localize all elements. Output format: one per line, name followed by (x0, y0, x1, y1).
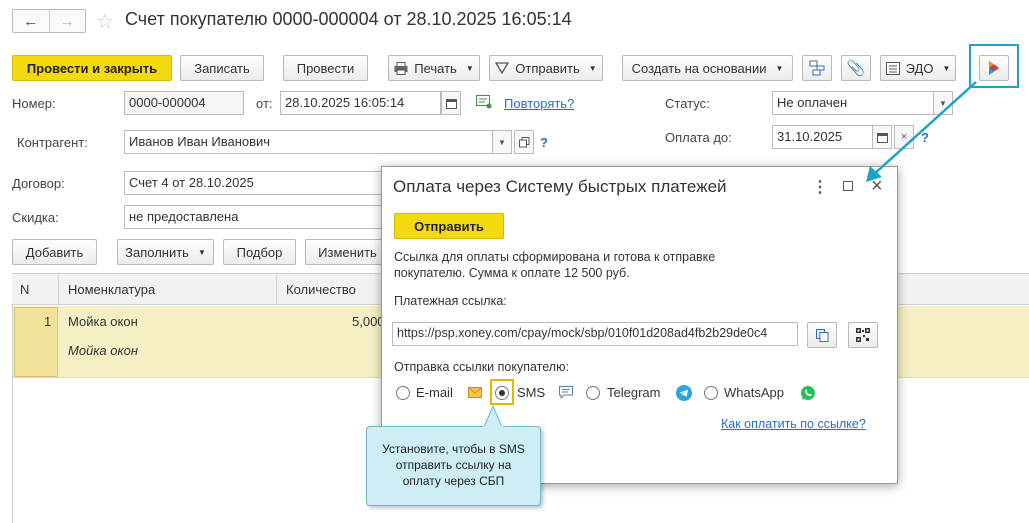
sbp-pay-button[interactable] (979, 55, 1009, 81)
callout-arrow (866, 81, 977, 182)
payment-link-label: Платежная ссылка: (394, 294, 507, 308)
save-button[interactable]: Записать (180, 55, 264, 81)
telegram-icon (676, 385, 692, 401)
dialog-title: Оплата через Систему быстрых платежей (393, 177, 727, 196)
forward-button[interactable]: → (50, 10, 86, 32)
payment-link-field[interactable]: https://psp.xoney.com/cpay/mock/sbp/010f… (392, 322, 798, 346)
tooltip-line2: отправить ссылку на (395, 458, 512, 472)
column-header-n[interactable]: N (20, 282, 29, 297)
row-number: 1 (44, 314, 52, 329)
tooltip-line3: оплату через СБП (402, 474, 505, 488)
favorite-star-icon[interactable]: ☆ (96, 9, 114, 34)
dropdown-caret-icon: ▼ (465, 63, 474, 73)
dialog-send-button[interactable]: Отправить (394, 213, 504, 239)
date-label: от: (256, 96, 273, 111)
date-field[interactable]: 28.10.2025 16:05:14 (280, 91, 441, 115)
pay-until-label: Оплата до: (665, 130, 732, 145)
dropdown-caret-icon: ▼ (197, 247, 206, 257)
number-label: Номер: (12, 96, 56, 111)
dropdown-caret-icon: ▼ (942, 63, 951, 73)
row-qty: 5,000 (352, 314, 385, 329)
counterparty-field[interactable]: Иванов Иван Иванович (124, 130, 493, 154)
row-number-cell (14, 307, 58, 377)
qr-code-button[interactable] (848, 322, 878, 348)
contract-label: Договор: (12, 176, 65, 191)
calendar-button[interactable] (441, 91, 461, 115)
open-copy-icon (518, 136, 530, 148)
select-button[interactable]: Подбор (223, 239, 296, 265)
repeat-icon (476, 95, 492, 109)
repeat-link[interactable]: Повторять? (504, 96, 574, 111)
paperclip-icon: 📎 (846, 60, 866, 77)
column-divider (58, 274, 59, 305)
dropdown-caret-icon: ▼ (775, 63, 784, 73)
calendar-icon (445, 98, 457, 109)
counterparty-label: Контрагент: (17, 135, 88, 150)
row-item-desc: Мойка окон (68, 343, 139, 358)
change-button[interactable]: Изменить (305, 239, 390, 265)
radio-telegram[interactable] (586, 386, 600, 400)
dropdown-caret-icon: ▼ (588, 63, 597, 73)
radio-email-label: E-mail (416, 385, 453, 400)
counterparty-open-button[interactable] (514, 130, 534, 154)
copy-icon (815, 328, 829, 342)
counterparty-help-icon[interactable]: ? (540, 135, 548, 150)
radio-telegram-label: Telegram (607, 385, 661, 400)
arrow-right-icon: → (59, 12, 75, 30)
radio-sms[interactable] (495, 386, 509, 400)
send-icon (495, 62, 510, 74)
more-icon[interactable]: ⋮ (812, 177, 828, 197)
arrow-left-icon: ← (23, 12, 39, 30)
radio-sms-label: SMS (517, 385, 546, 400)
column-divider (276, 274, 277, 305)
row-item: Мойка окон (68, 314, 138, 329)
dialog-message-line1: Ссылка для оплаты сформирована и готова … (394, 250, 716, 264)
counterparty-dropdown-button[interactable]: ▼ (492, 130, 512, 154)
sbp-logo-icon (987, 60, 1001, 76)
send-to-label: Отправка ссылки покупателю: (394, 360, 569, 374)
sms-message-icon (559, 386, 573, 399)
create-based-on-button[interactable]: Создать на основании ▼ (622, 55, 793, 81)
number-field[interactable]: 0000-000004 (124, 91, 244, 115)
sms-tooltip: Установите, чтобы в SMS отправить ссылку… (366, 426, 541, 506)
send-button[interactable]: Отправить ▼ (489, 55, 603, 81)
envelope-icon (468, 387, 482, 398)
edo-icon (885, 61, 900, 75)
fill-button[interactable]: Заполнить ▼ (117, 239, 214, 265)
printer-icon (394, 61, 408, 75)
qr-code-icon (856, 328, 870, 342)
radio-whatsapp[interactable] (704, 386, 718, 400)
dialog-message-line2: покупателю. Сумма к оплате 12 500 руб. (394, 266, 630, 280)
nav-buttons: ← → (12, 9, 86, 33)
back-button[interactable]: ← (13, 10, 50, 32)
structure-button[interactable] (802, 55, 832, 81)
post-button[interactable]: Провести (283, 55, 368, 81)
add-row-button[interactable]: Добавить (12, 239, 97, 265)
chevron-down-icon: ▼ (498, 137, 506, 147)
radio-whatsapp-label: WhatsApp (724, 385, 784, 400)
discount-field[interactable]: не предоставлена (124, 205, 384, 229)
pay-until-field[interactable]: 31.10.2025 (772, 125, 873, 149)
tooltip-pointer (483, 404, 503, 428)
radio-email[interactable] (396, 386, 410, 400)
column-header-qty[interactable]: Количество (286, 282, 356, 297)
structure-icon (809, 60, 825, 76)
column-header-item[interactable]: Номенклатура (68, 282, 155, 297)
copy-link-button[interactable] (807, 322, 837, 348)
how-to-pay-link[interactable]: Как оплатить по ссылке? (721, 417, 866, 431)
post-and-close-button[interactable]: Провести и закрыть (12, 55, 172, 81)
tooltip-line1: Установите, чтобы в SMS (382, 442, 525, 456)
print-button[interactable]: Печать ▼ (388, 55, 480, 81)
page-title: Счет покупателю 0000-000004 от 28.10.202… (125, 9, 572, 29)
status-label: Статус: (665, 96, 710, 111)
whatsapp-icon (800, 385, 816, 401)
maximize-icon[interactable] (843, 181, 853, 191)
discount-label: Скидка: (12, 210, 59, 225)
contract-field[interactable]: Счет 4 от 28.10.2025 (124, 171, 384, 195)
